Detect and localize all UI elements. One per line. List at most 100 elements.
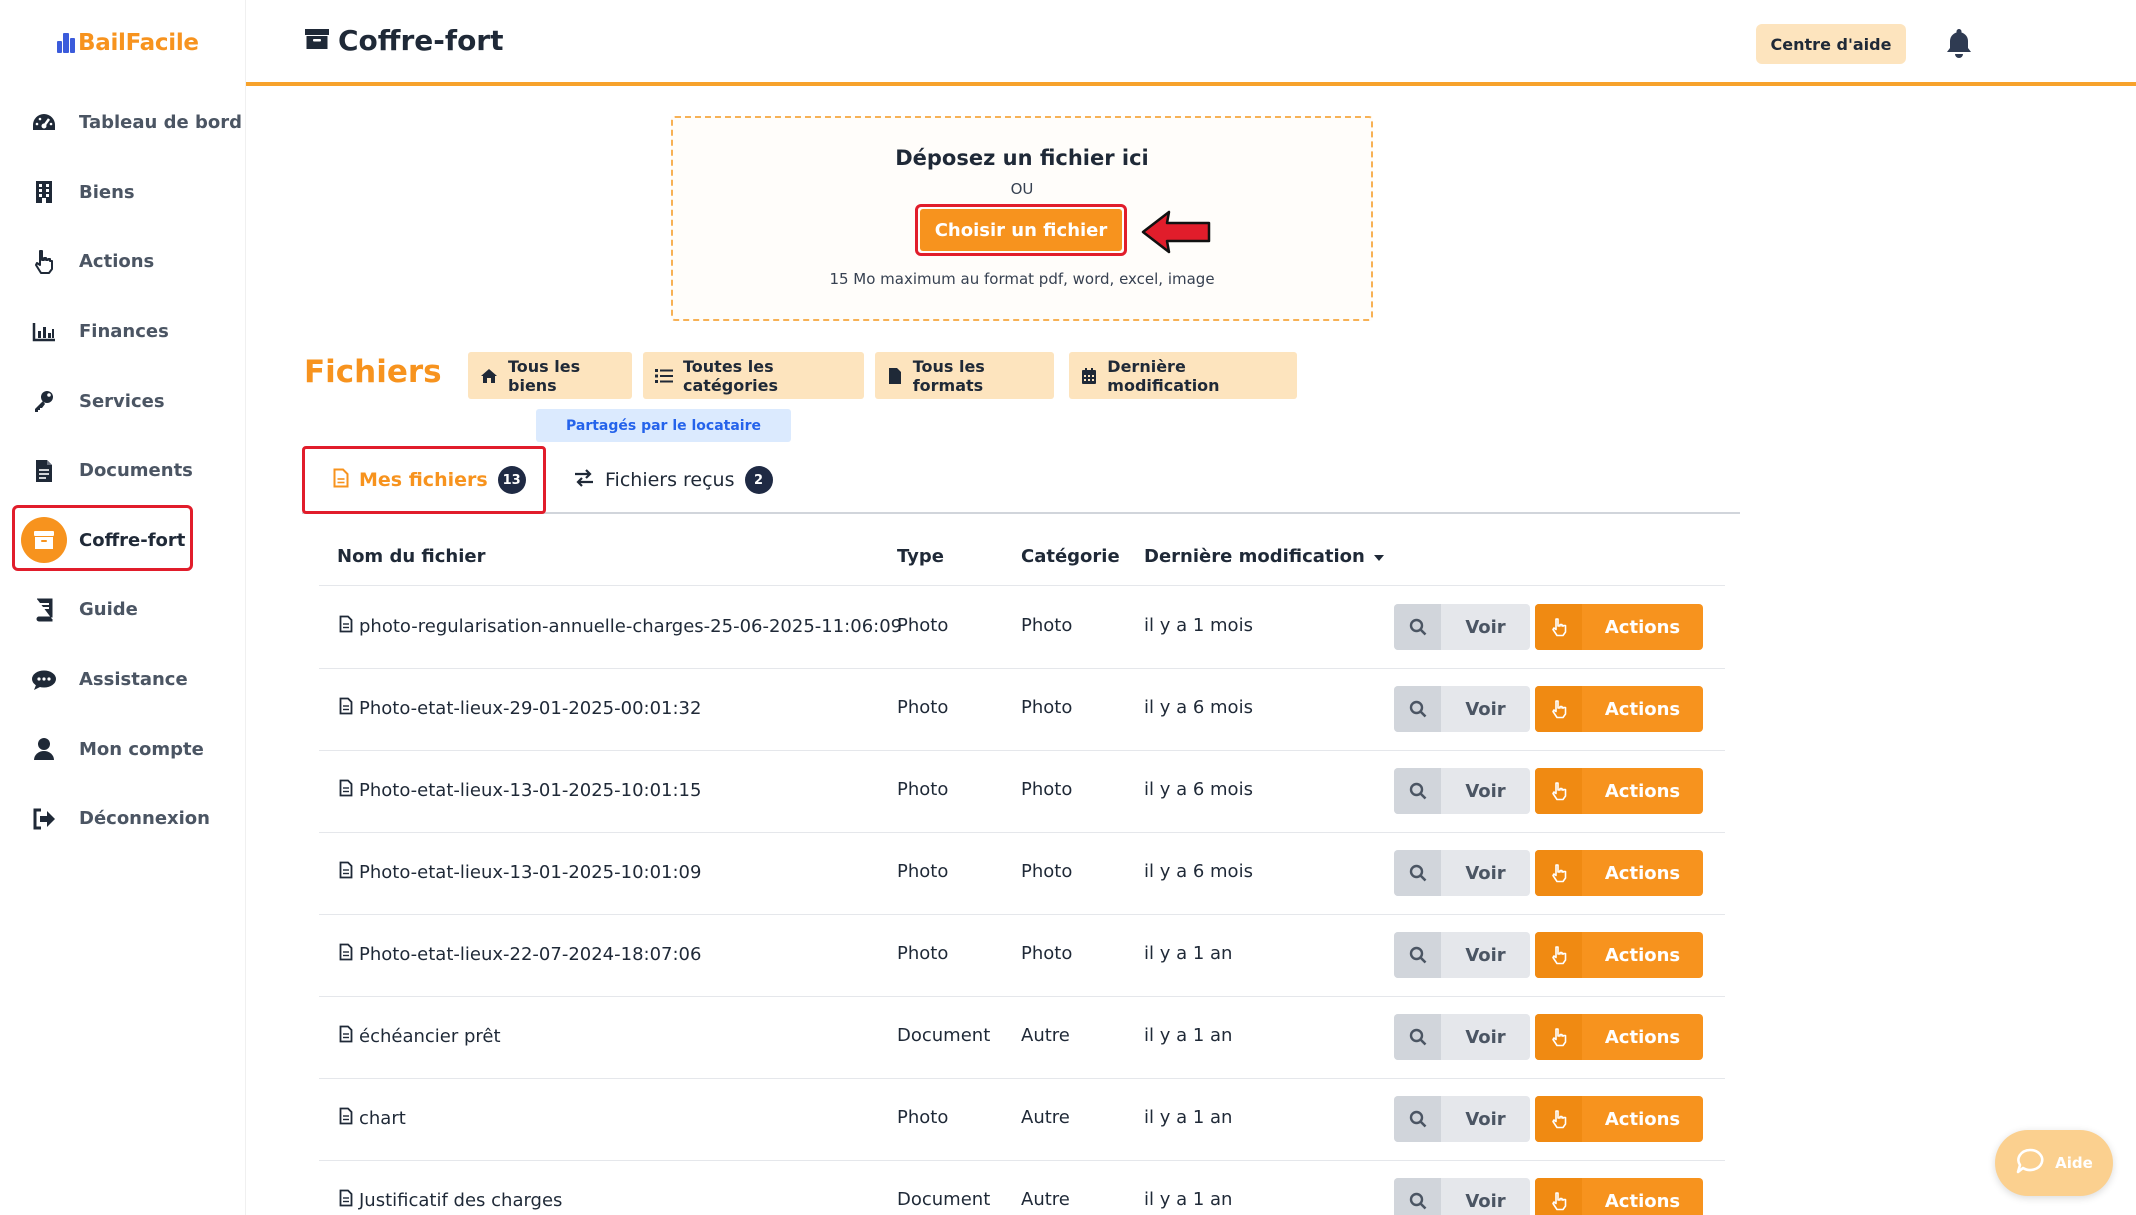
search-icon	[1394, 686, 1441, 732]
search-icon	[1394, 1178, 1441, 1215]
file-category: Photo	[1021, 615, 1073, 636]
file-modified: il y a 1 an	[1144, 1107, 1233, 1128]
view-button[interactable]: Voir	[1394, 932, 1530, 978]
file-icon	[339, 1107, 353, 1130]
sidebar-item-guide[interactable]: Guide	[0, 575, 246, 645]
files-table-body: photo-regularisation-annuelle-charges-25…	[319, 587, 1725, 1215]
file-name: Photo-etat-lieux-22-07-2024-18:07:06	[359, 944, 702, 965]
actions-button[interactable]: Actions	[1535, 1096, 1703, 1142]
hand-pointer-icon	[30, 248, 58, 276]
count-badge: 13	[497, 466, 526, 494]
tab-my-files[interactable]: Mes fichiers 13	[333, 466, 526, 494]
help-center-button[interactable]: Centre d'aide	[1756, 24, 1906, 64]
sidebar-item-actions[interactable]: Actions	[0, 227, 246, 297]
file-name-cell: photo-regularisation-annuelle-charges-25…	[339, 615, 902, 638]
column-header-type[interactable]: Type	[897, 546, 944, 567]
key-icon	[30, 387, 58, 415]
file-icon	[887, 367, 903, 385]
filter-label: Tous les biens	[508, 356, 581, 395]
sidebar-item-label: Documents	[79, 460, 193, 482]
floating-help-button[interactable]: Aide	[1995, 1130, 2113, 1196]
file-name: Photo-etat-lieux-13-01-2025-10:01:09	[359, 862, 702, 883]
actions-button[interactable]: Actions	[1535, 768, 1703, 814]
file-category: Autre	[1021, 1025, 1070, 1046]
bell-icon[interactable]	[1942, 26, 1976, 60]
chat-bubble-icon	[2015, 1147, 2045, 1179]
view-button[interactable]: Voir	[1394, 1014, 1530, 1060]
file-icon	[339, 779, 353, 802]
file-name-cell: Photo-etat-lieux-13-01-2025-10:01:15	[339, 779, 701, 802]
actions-button[interactable]: Actions	[1535, 932, 1703, 978]
file-category: Photo	[1021, 943, 1073, 964]
filter-all-properties-button[interactable]: Tous les biens	[468, 352, 632, 399]
file-category: Photo	[1021, 779, 1073, 800]
active-item-highlight	[12, 505, 193, 571]
sidebar-item-documents[interactable]: Documents	[0, 436, 246, 506]
sidebar-item-assistance[interactable]: Assistance	[0, 645, 246, 715]
view-button[interactable]: Voir	[1394, 850, 1530, 896]
sidebar-item-dashboard[interactable]: Tableau de bord	[0, 88, 246, 158]
dropzone-title: Déposez un fichier ici	[895, 146, 1149, 170]
actions-button[interactable]: Actions	[1535, 1178, 1703, 1215]
view-label: Voir	[1465, 616, 1506, 638]
filter-label: Dernière modification	[1107, 356, 1220, 395]
file-icon	[339, 615, 353, 638]
archive-icon	[304, 28, 330, 54]
search-icon	[1394, 604, 1441, 650]
filter-all-categories-button[interactable]: Toutes les catégories	[643, 352, 864, 399]
column-header-name[interactable]: Nom du fichier	[337, 546, 486, 567]
hand-pointer-icon	[1535, 850, 1582, 896]
tab-received-files[interactable]: Fichiers reçus 2	[573, 466, 773, 494]
filter-all-formats-button[interactable]: Tous les formats	[875, 352, 1054, 399]
actions-label: Actions	[1604, 862, 1681, 884]
actions-button[interactable]: Actions	[1535, 604, 1703, 650]
file-category: Autre	[1021, 1189, 1070, 1210]
view-button[interactable]: Voir	[1394, 1096, 1530, 1142]
view-label: Voir	[1465, 862, 1506, 884]
user-icon	[30, 735, 58, 763]
file-dropzone[interactable]: Déposez un fichier ici OU Choisir un fic…	[671, 116, 1373, 321]
filter-last-modified-button[interactable]: Dernière modification	[1069, 352, 1297, 399]
list-icon	[655, 367, 673, 385]
sidebar-item-label: Assistance	[79, 669, 188, 691]
shared-by-tenant-filter[interactable]: Partagés par le locataire	[536, 409, 791, 442]
file-category: Photo	[1021, 697, 1073, 718]
column-header-category[interactable]: Catégorie	[1021, 546, 1120, 567]
file-name-cell: Justificatif des charges	[339, 1189, 562, 1212]
file-icon	[339, 1025, 353, 1048]
actions-button[interactable]: Actions	[1535, 850, 1703, 896]
actions-button[interactable]: Actions	[1535, 1014, 1703, 1060]
sidebar-nav: Tableau de bord Biens Actions Finances S…	[0, 88, 246, 854]
view-label: Voir	[1465, 1026, 1506, 1048]
sidebar-item-label: Services	[79, 390, 165, 412]
view-label: Voir	[1465, 1190, 1506, 1212]
actions-button[interactable]: Actions	[1535, 686, 1703, 732]
sidebar-item-label: Tableau de bord	[79, 112, 242, 134]
actions-label: Actions	[1604, 780, 1681, 802]
sidebar-item-services[interactable]: Services	[0, 366, 246, 436]
file-name-cell: Photo-etat-lieux-13-01-2025-10:01:09	[339, 861, 701, 884]
page-title-text: Coffre-fort	[338, 24, 504, 57]
view-button[interactable]: Voir	[1394, 768, 1530, 814]
sign-out-icon	[30, 805, 58, 833]
search-icon	[1394, 1014, 1441, 1060]
column-header-last-modified[interactable]: Dernière modification	[1144, 546, 1385, 567]
file-name: chart	[359, 1108, 406, 1129]
file-type: Photo	[897, 1107, 949, 1128]
sidebar-item-deconnexion[interactable]: Déconnexion	[0, 784, 246, 854]
file-category: Photo	[1021, 861, 1073, 882]
file-type: Document	[897, 1025, 991, 1046]
filter-label: Tous les formats	[912, 356, 985, 395]
file-modified: il y a 1 an	[1144, 1025, 1233, 1046]
sidebar-item-mon-compte[interactable]: Mon compte	[0, 714, 246, 784]
view-button[interactable]: Voir	[1394, 686, 1530, 732]
file-type: Photo	[897, 697, 949, 718]
app-logo[interactable]: BailFacile	[57, 30, 199, 56]
file-type: Photo	[897, 943, 949, 964]
search-icon	[1394, 932, 1441, 978]
view-button[interactable]: Voir	[1394, 1178, 1530, 1215]
choose-file-button[interactable]: Choisir un fichier	[920, 209, 1122, 251]
sidebar-item-finances[interactable]: Finances	[0, 297, 246, 367]
sidebar-item-biens[interactable]: Biens	[0, 158, 246, 228]
view-button[interactable]: Voir	[1394, 604, 1530, 650]
